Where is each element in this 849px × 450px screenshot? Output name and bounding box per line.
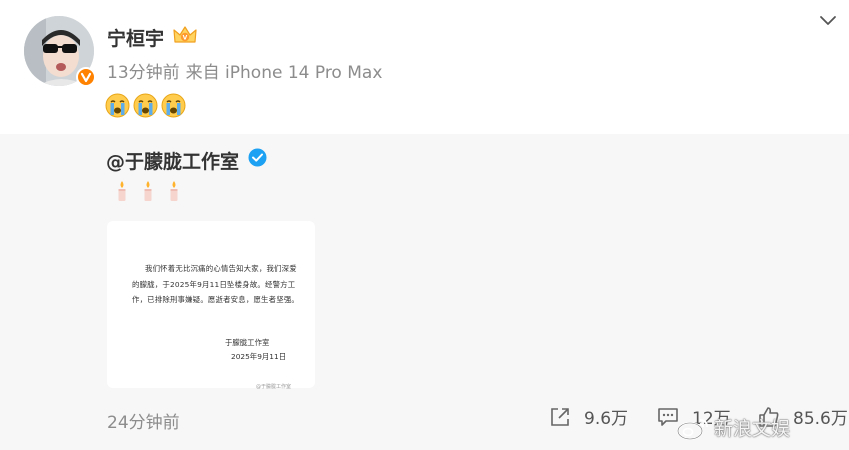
reposted-author[interactable]: @于朦胧工作室: [106, 147, 239, 174]
statement-text: 我们怀着无比沉痛的心情告知大家，我们深爱的朦胧，于2025年9月11日坠楼身故。…: [132, 264, 299, 304]
repost-button[interactable]: 9.6万: [549, 404, 628, 429]
member-crown-icon: V: [173, 26, 197, 43]
comment-button[interactable]: 12万: [657, 404, 731, 429]
image-watermark: @于朦胧工作室: [256, 384, 292, 390]
candle-emoji: [118, 181, 126, 201]
verified-badge-icon: [76, 67, 96, 87]
comment-count: 12万: [692, 409, 731, 429]
statement-image[interactable]: 我们怀着无比沉痛的心情告知大家，我们深爱的朦胧，于2025年9月11日坠楼身故。…: [107, 221, 315, 388]
reposted-content: [116, 180, 180, 202]
verified-blue-icon: [248, 148, 267, 167]
svg-text:V: V: [183, 35, 188, 42]
candle-emoji: [144, 181, 152, 201]
crying-face-emoji: [161, 93, 186, 118]
post-source: 来自 iPhone 14 Pro Max: [185, 63, 383, 83]
share-icon: [551, 407, 569, 426]
repost-count: 9.6万: [584, 409, 629, 429]
candle-emoji: [170, 181, 178, 201]
author-name[interactable]: 宁桓宇: [107, 24, 164, 51]
like-count: 85.6万: [793, 409, 848, 429]
reposted-card: @于朦胧工作室 我们怀着无比沉痛的心情告知大家，我们深爱的朦胧，于2025年9月…: [0, 134, 849, 450]
post-meta: 13分钟前 来自 iPhone 14 Pro Max: [107, 58, 382, 83]
crying-face-emoji: [105, 93, 130, 118]
like-button[interactable]: 85.6万: [758, 404, 848, 429]
post-header: 宁桓宇 V 13分钟前 来自 iPhone 14 Pro Max: [0, 0, 849, 134]
comment-icon: [658, 407, 678, 426]
post-content: [105, 93, 186, 118]
crying-face-emoji: [133, 93, 158, 118]
thumbs-up-icon: [759, 406, 779, 427]
statement-date: 2025年9月11日: [231, 352, 287, 361]
post-time[interactable]: 13分钟前: [107, 63, 180, 83]
chevron-down-icon[interactable]: [818, 14, 838, 28]
reposted-time[interactable]: 24分钟前: [107, 408, 180, 433]
statement-signature: 于朦胧工作室: [225, 338, 270, 347]
